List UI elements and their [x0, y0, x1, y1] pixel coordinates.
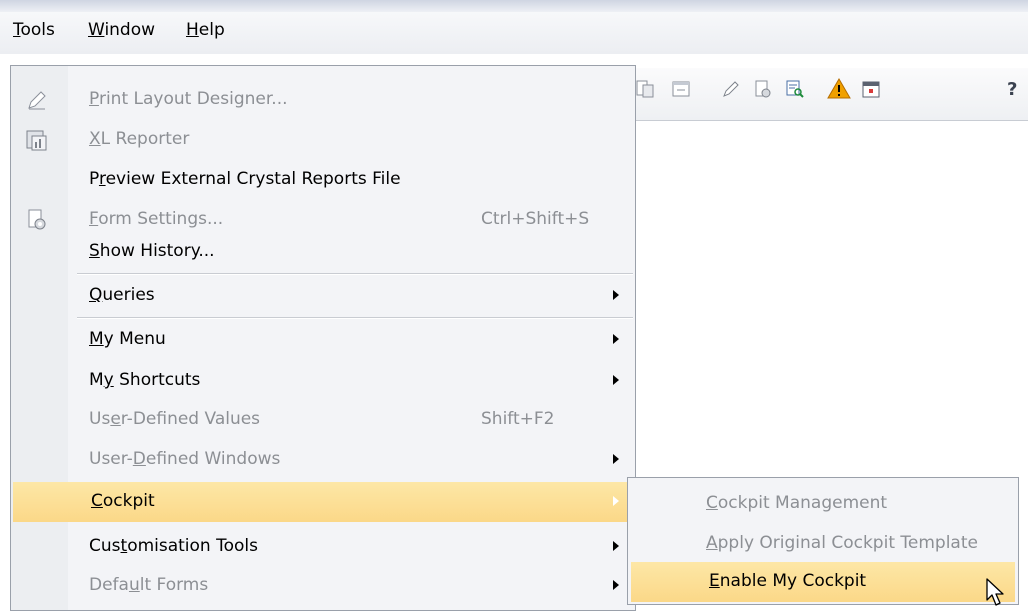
menu-item-label: Print Layout Designer... — [89, 89, 288, 109]
submenu-arrow-icon — [613, 541, 619, 551]
menu-item-label: Form Settings... — [89, 209, 224, 229]
menubar-tools[interactable]: Tools — [13, 20, 55, 40]
submenu-arrow-icon — [613, 290, 619, 300]
menu-item-user-defined-values[interactable]: User-Defined Values Shift+F2 — [11, 400, 635, 440]
menu-item-label: Enable My Cockpit — [709, 571, 867, 591]
submenu-arrow-icon — [613, 580, 619, 590]
menu-item-label: XL Reporter — [89, 129, 190, 149]
menu-item-label: User-Defined Values — [89, 409, 261, 429]
menu-item-label: My Menu — [89, 329, 166, 349]
menu-item-label: Queries — [89, 285, 155, 305]
menu-item-show-history[interactable]: Show History... — [11, 232, 635, 272]
menu-separator — [77, 317, 633, 319]
menu-item-my-shortcuts[interactable]: My Shortcuts — [11, 361, 635, 401]
window-top-strip — [0, 0, 1028, 12]
pencil-icon[interactable] — [718, 76, 744, 102]
xl-reporter-icon — [26, 130, 47, 151]
menu-item-shortcut: Ctrl+Shift+S — [481, 209, 590, 229]
menu-item-preview-crystal-reports[interactable]: Preview External Crystal Reports File — [11, 160, 635, 200]
pencil-icon — [28, 91, 46, 110]
menubar-window[interactable]: Window — [88, 20, 155, 40]
calendar-icon[interactable] — [858, 76, 884, 102]
menu-bar: Tools Window Help — [0, 12, 1028, 54]
form-settings-icon — [28, 209, 46, 230]
form-settings-icon[interactable] — [750, 76, 776, 102]
menu-item-label: Show History... — [89, 241, 215, 261]
submenu-arrow-icon — [613, 454, 619, 464]
menu-item-print-layout-designer[interactable]: Print Layout Designer... — [11, 80, 635, 120]
tools-menu: Print Layout Designer... XL Reporter Pre… — [10, 65, 636, 611]
menu-item-label: Customisation Tools — [89, 536, 258, 556]
submenu-arrow-icon — [613, 496, 619, 506]
svg-text:?: ? — [1007, 79, 1017, 100]
menu-item-label: Preview External Crystal Reports File — [89, 169, 401, 189]
menu-item-label: Cockpit — [91, 491, 155, 511]
menu-separator — [77, 273, 633, 275]
menu-item-shortcut: Shift+F2 — [481, 409, 555, 429]
window-icon[interactable] — [668, 76, 694, 102]
cockpit-submenu: Cockpit Management Apply Original Cockpi… — [627, 477, 1019, 605]
menu-item-user-defined-windows[interactable]: User-Defined Windows — [11, 440, 635, 480]
help-icon[interactable]: ? — [1006, 76, 1028, 102]
menu-item-queries[interactable]: Queries — [11, 276, 635, 316]
menu-item-label: Default Forms — [89, 575, 209, 595]
submenu-arrow-icon — [613, 375, 619, 385]
menu-item-label: User-Defined Windows — [89, 449, 281, 469]
menu-item-label: Apply Original Cockpit Template — [706, 533, 978, 553]
submenu-item-cockpit-management[interactable]: Cockpit Management — [628, 484, 1018, 524]
menu-item-label: Cockpit Management — [706, 493, 888, 513]
submenu-arrow-icon — [613, 334, 619, 344]
menu-item-xl-reporter[interactable]: XL Reporter — [11, 120, 635, 160]
alert-icon[interactable] — [826, 76, 852, 102]
mouse-cursor-icon — [986, 578, 1004, 606]
menu-item-label: My Shortcuts — [89, 370, 201, 390]
search-report-icon[interactable] — [782, 76, 808, 102]
submenu-item-enable-my-cockpit[interactable]: Enable My Cockpit — [631, 562, 1015, 602]
menu-item-my-menu[interactable]: My Menu — [11, 320, 635, 360]
menu-item-default-forms[interactable]: Default Forms — [11, 566, 635, 606]
submenu-item-apply-original-cockpit-template[interactable]: Apply Original Cockpit Template — [628, 524, 1018, 564]
menubar-help[interactable]: Help — [186, 20, 225, 40]
menu-item-cockpit[interactable]: Cockpit — [13, 482, 633, 522]
menu-item-customisation-tools[interactable]: Customisation Tools — [11, 527, 635, 567]
